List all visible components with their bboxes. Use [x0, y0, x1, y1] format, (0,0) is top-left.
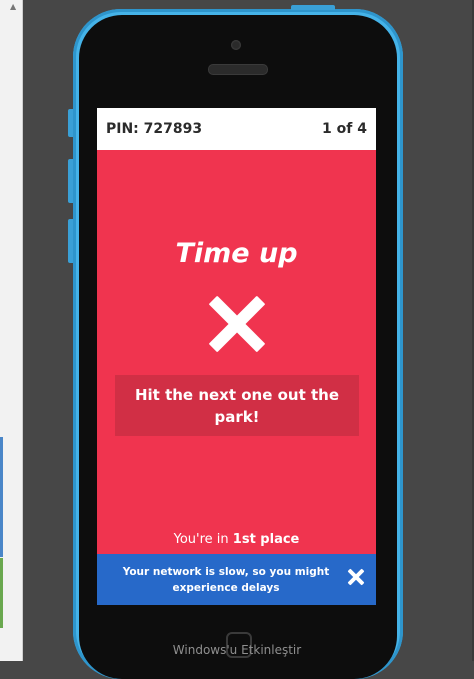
activation-watermark: Windows'u Etkinleştir: [172, 643, 302, 657]
close-icon[interactable]: [346, 567, 366, 587]
cross-icon: [209, 296, 265, 352]
phone-power-button: [291, 5, 335, 10]
network-warning-message: Your network is slow, so you might exper…: [122, 566, 330, 594]
feedback-box: Hit the next one out the park!: [115, 375, 359, 436]
earpiece-speaker: [208, 64, 268, 75]
left-accent-blue: [0, 437, 3, 557]
game-header: PIN: 727893 1 of 4: [97, 108, 376, 150]
feedback-message: Hit the next one out the park!: [134, 386, 340, 426]
left-accent-green: [0, 558, 3, 628]
phone-volume-down-button: [68, 219, 73, 263]
phone-mute-switch: [68, 109, 73, 137]
network-warning-bar: Your network is slow, so you might exper…: [97, 554, 376, 605]
scroll-up-arrow-icon[interactable]: ▲: [10, 2, 16, 12]
placement-prefix: You're in: [173, 532, 229, 547]
browser-left-strip: ▲: [0, 0, 23, 661]
result-title: Time up: [175, 238, 298, 269]
game-screen: PIN: 727893 1 of 4 Time up Hit the next …: [97, 108, 376, 605]
game-pin: PIN: 727893: [106, 121, 203, 137]
placement-text: You're in 1st place: [97, 532, 376, 547]
placement-rank: 1st place: [232, 532, 300, 547]
phone-volume-up-button: [68, 159, 73, 203]
front-camera-icon: [231, 40, 241, 50]
question-progress: 1 of 4: [322, 121, 367, 137]
